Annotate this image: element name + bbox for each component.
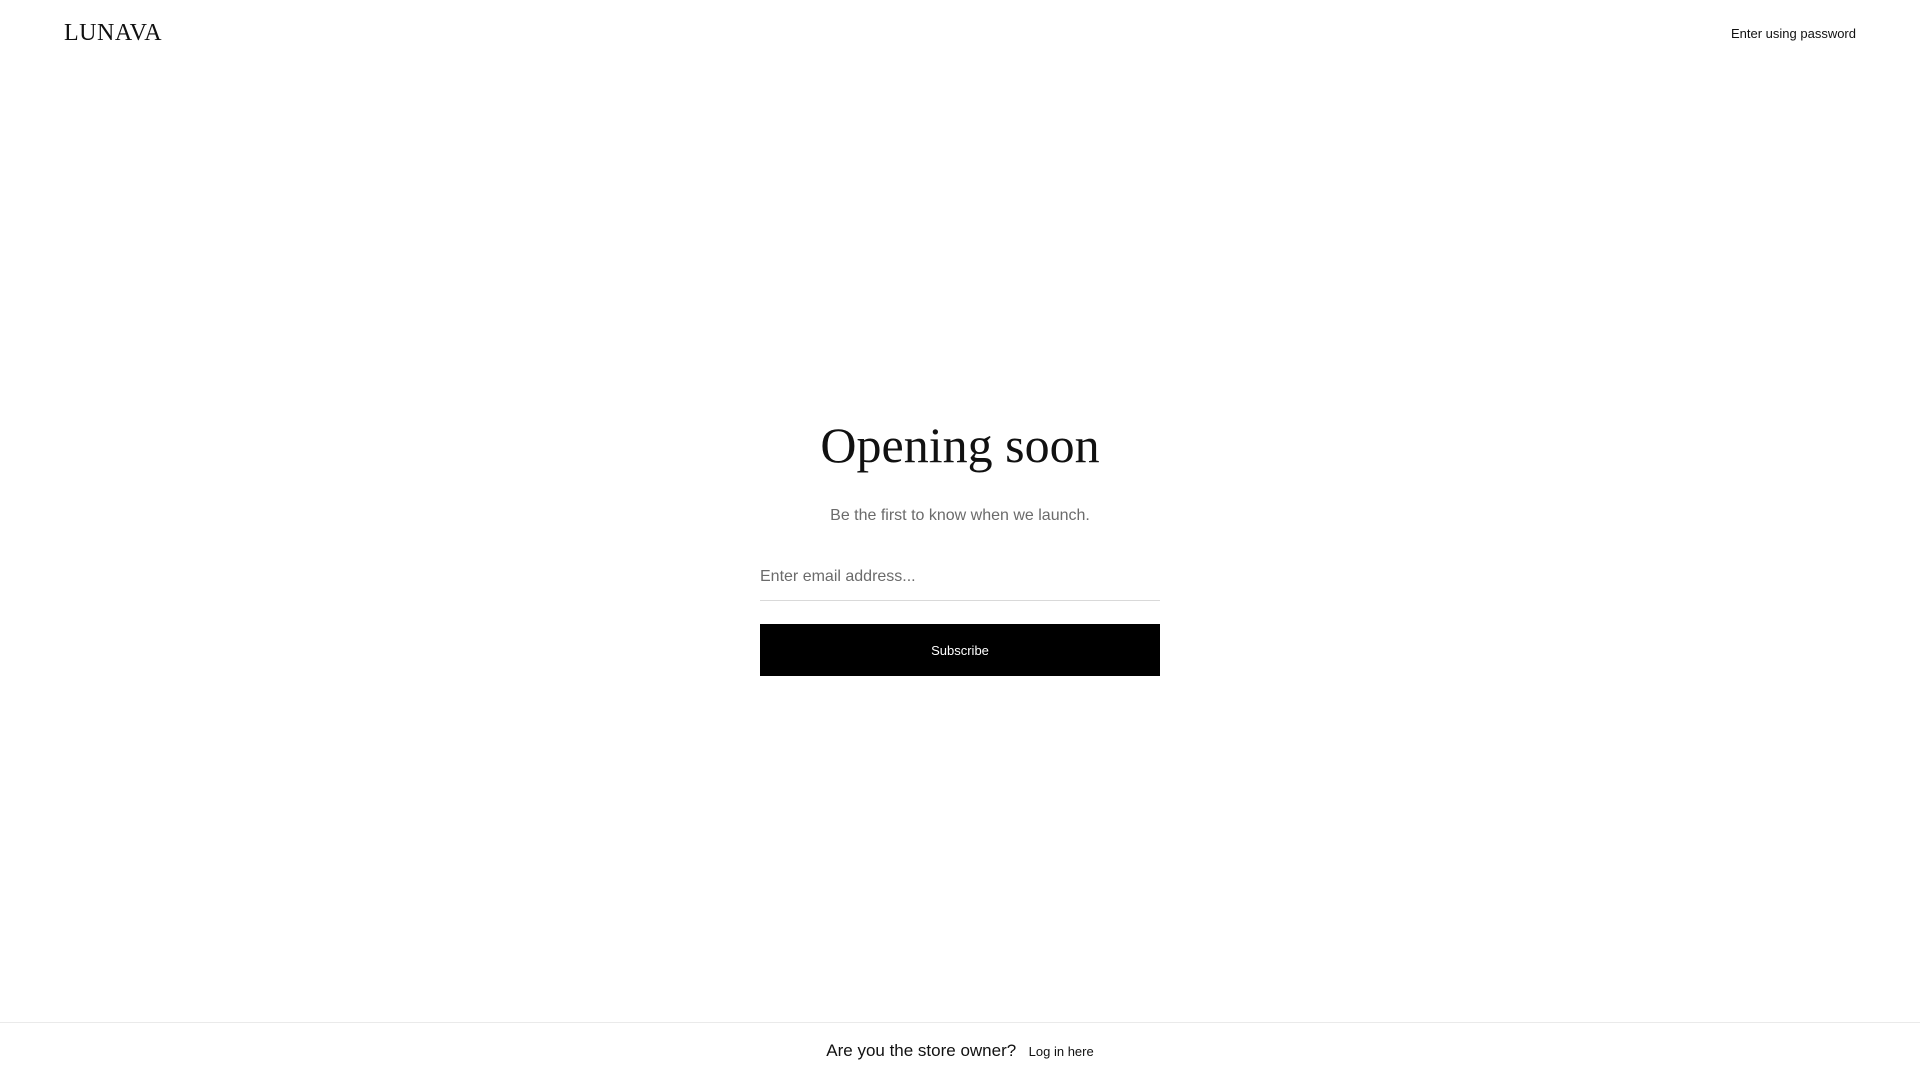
store-owner-row: Are you the store owner? Log in here bbox=[0, 1041, 1920, 1061]
store-logo[interactable]: LUNAVA bbox=[64, 20, 162, 47]
footer: Are you the store owner? Log in here bbox=[0, 1022, 1920, 1080]
email-field-wrapper bbox=[760, 556, 1160, 601]
password-page: LUNAVA Enter using password Opening soon… bbox=[0, 0, 1920, 1080]
page-subtitle: Be the first to know when we launch. bbox=[830, 507, 1090, 524]
subscribe-button[interactable]: Subscribe bbox=[760, 624, 1160, 676]
top-bar: LUNAVA Enter using password bbox=[0, 0, 1920, 70]
hero-section: Opening soon Be the first to know when w… bbox=[760, 410, 1160, 526]
store-owner-question: Are you the store owner? bbox=[826, 1041, 1017, 1060]
log-in-link[interactable]: Log in here bbox=[1029, 1044, 1094, 1059]
page-title: Opening soon bbox=[820, 417, 1100, 473]
enter-using-password-link[interactable]: Enter using password bbox=[1731, 26, 1856, 41]
email-input[interactable] bbox=[760, 556, 1160, 598]
